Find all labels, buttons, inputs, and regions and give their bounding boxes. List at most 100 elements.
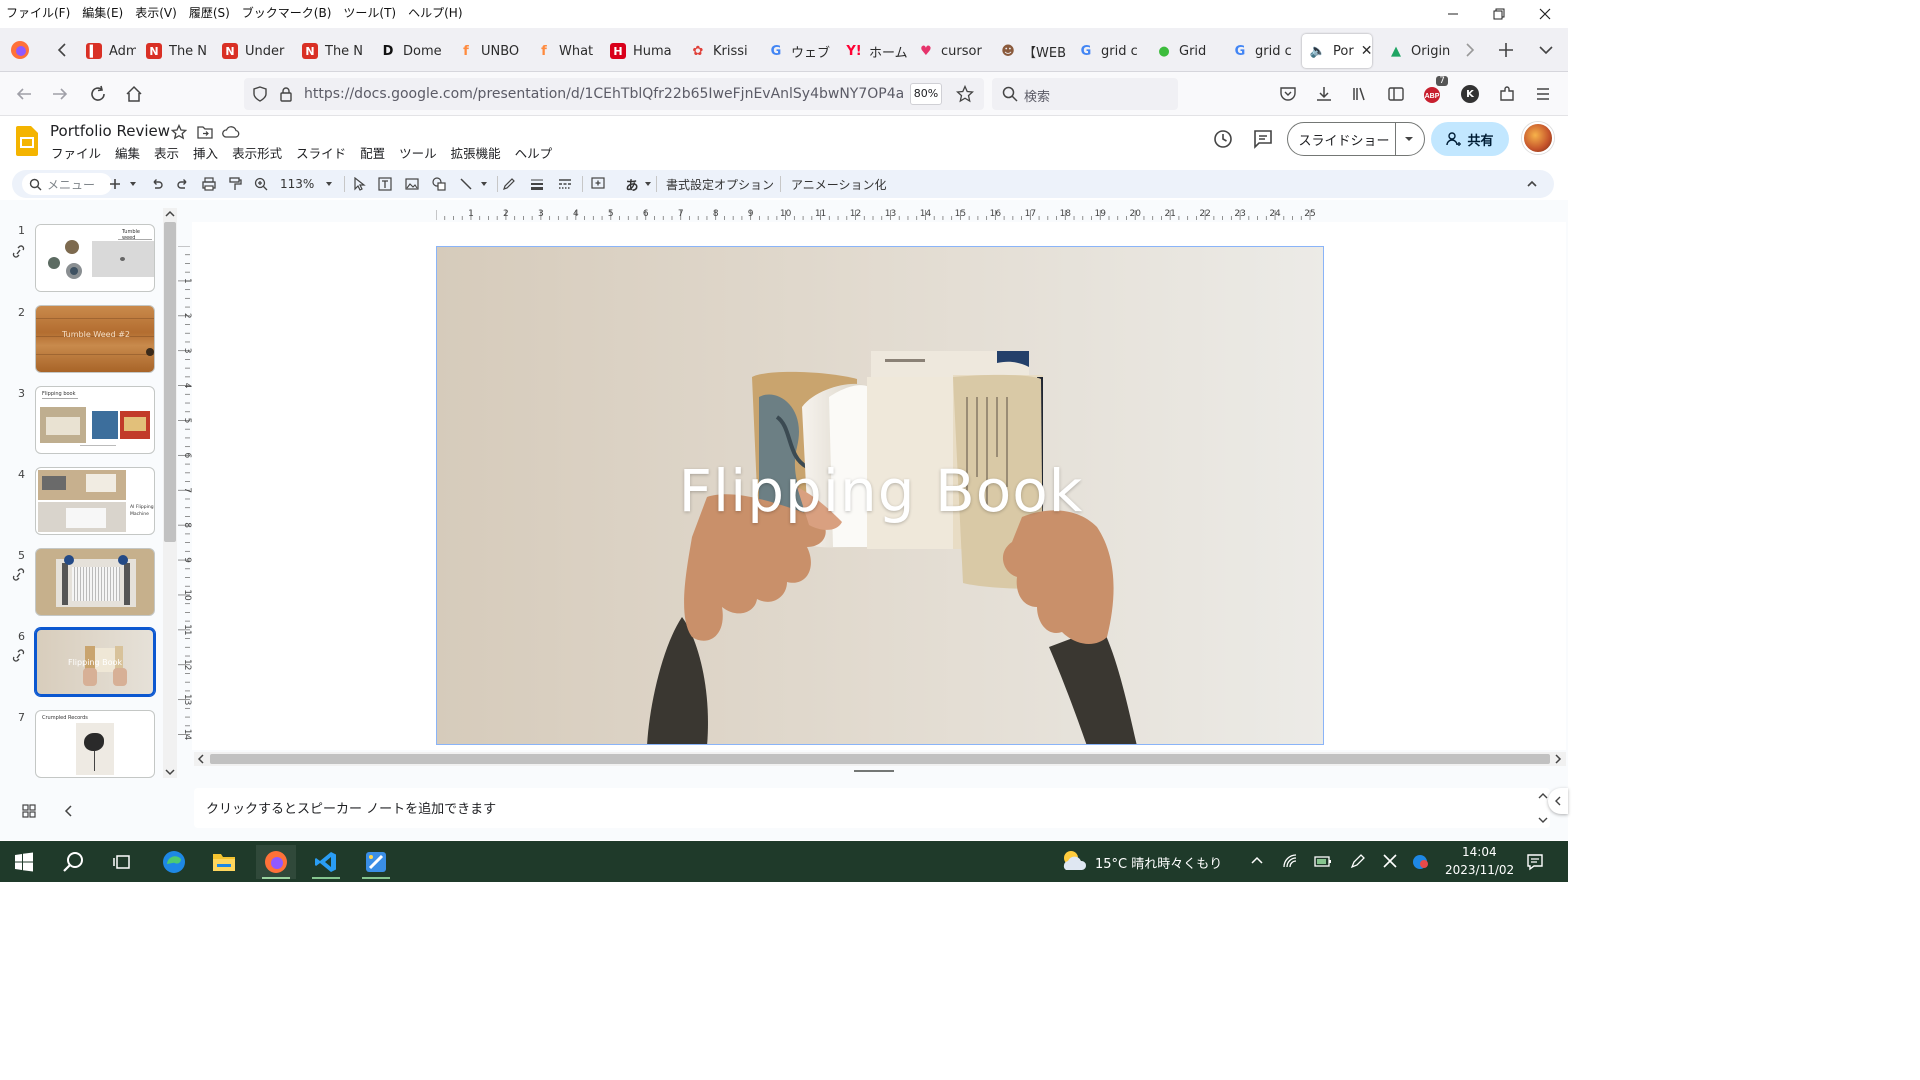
home-button[interactable] <box>120 80 148 108</box>
new-tab-button[interactable] <box>1496 40 1516 60</box>
side-panel-toggle[interactable] <box>1548 788 1568 814</box>
browser-tab[interactable]: N The N <box>294 34 370 68</box>
slides-logo-icon[interactable] <box>16 126 38 156</box>
back-button[interactable] <box>10 80 38 108</box>
browser-tab[interactable]: ☻ 【WEB <box>992 34 1068 68</box>
browser-tab[interactable]: H Huma <box>602 34 680 68</box>
insert-image-tool[interactable] <box>404 176 420 192</box>
paint-taskbar-button[interactable] <box>356 845 396 879</box>
search-taskbar-button[interactable] <box>54 845 94 879</box>
version-history-button[interactable] <box>1212 128 1234 150</box>
sidebar-button[interactable] <box>1382 80 1410 108</box>
url-text[interactable]: https://docs.google.com/presentation/d/1… <box>304 86 904 102</box>
menu-view[interactable]: 表示(V) <box>129 4 183 21</box>
notes-resize-handle[interactable] <box>854 770 894 772</box>
star-icon[interactable] <box>171 124 187 140</box>
menu-tools[interactable]: ツール(T) <box>337 4 402 21</box>
menu-bookmarks[interactable]: ブックマーク(B) <box>236 4 338 21</box>
browser-tab[interactable]: ♥ cursor <box>910 34 990 68</box>
browser-tab[interactable]: D Dome <box>372 34 448 68</box>
slide-thumbnail-1[interactable]: Tumble weed <box>35 224 155 292</box>
browser-tab[interactable]: Y! ホーム <box>838 34 908 68</box>
battery-icon[interactable] <box>1314 853 1332 869</box>
line-tool[interactable] <box>458 176 474 192</box>
browser-tab[interactable]: Ggrid c <box>1070 34 1146 68</box>
list-all-tabs-button[interactable] <box>1536 40 1556 60</box>
docs-menu-slide[interactable]: スライド <box>289 143 353 162</box>
slideshow-button[interactable]: スライドショー <box>1287 122 1425 156</box>
downloads-button[interactable] <box>1310 80 1338 108</box>
docs-menu-file[interactable]: ファイル <box>44 143 108 162</box>
x-close-tray-icon[interactable] <box>1382 853 1398 869</box>
grid-view-button[interactable] <box>22 804 36 818</box>
browser-tab[interactable]: ✿ Krissi <box>682 34 758 68</box>
bookmark-star-icon[interactable] <box>956 85 974 103</box>
profile-extension-button[interactable]: K <box>1456 80 1484 108</box>
paint-format-button[interactable] <box>227 176 243 192</box>
docs-menu-help[interactable]: ヘルプ <box>508 143 560 162</box>
lock-icon[interactable] <box>278 86 294 102</box>
restore-button[interactable] <box>1476 0 1522 28</box>
docs-menu-insert[interactable]: 挿入 <box>186 143 225 162</box>
browser-tab[interactable]: f UNBO <box>450 34 524 68</box>
browser-tab[interactable]: f What <box>528 34 598 68</box>
clock-date[interactable]: 2023/11/02 <box>1445 863 1514 877</box>
task-view-button[interactable] <box>102 845 142 879</box>
weather-text[interactable]: 15°C 晴れ時々くもり <box>1095 853 1222 872</box>
notes-scroll-up-icon[interactable] <box>1538 792 1548 800</box>
document-title[interactable]: Portfolio Review <box>50 122 170 140</box>
print-button[interactable] <box>201 176 217 192</box>
forward-button[interactable] <box>46 80 74 108</box>
reload-button[interactable] <box>84 80 112 108</box>
border-weight-button[interactable] <box>529 176 545 192</box>
slideshow-dropdown-icon[interactable] <box>1403 134 1415 144</box>
browser-tab[interactable]: 🔈 Por ✕ <box>1302 34 1372 68</box>
weather-icon[interactable] <box>1060 848 1088 874</box>
border-color-button[interactable] <box>501 176 517 192</box>
add-comment-button[interactable] <box>590 176 606 192</box>
browser-tab[interactable]: G ウェブ <box>760 34 836 68</box>
collapse-toolbar-button[interactable] <box>1524 176 1540 192</box>
collapse-filmstrip-button[interactable] <box>62 804 76 818</box>
account-avatar[interactable] <box>1522 122 1554 154</box>
slide-thumbnail-3[interactable]: Flipping book <box>35 386 155 454</box>
url-bar[interactable]: https://docs.google.com/presentation/d/1… <box>244 78 984 110</box>
menu-help[interactable]: ヘルプ(H) <box>402 4 468 21</box>
undo-button[interactable] <box>149 176 165 192</box>
speaker-notes-field[interactable]: クリックするとスピーカー ノートを追加できます <box>194 788 1550 828</box>
minimize-button[interactable] <box>1430 0 1476 28</box>
docs-menu-edit[interactable]: 編集 <box>108 143 147 162</box>
tab-scroll-left-button[interactable] <box>52 40 72 60</box>
zoom-dropdown[interactable] <box>321 176 337 192</box>
tracking-protection-icon[interactable] <box>252 86 268 102</box>
explorer-taskbar-button[interactable] <box>204 845 244 879</box>
menu-search-box[interactable]: メニュー <box>22 173 112 195</box>
app-menu-button[interactable] <box>1529 80 1557 108</box>
new-slide-button[interactable] <box>107 176 123 192</box>
slide-thumbnail-6[interactable]: Flipping Book <box>35 628 155 696</box>
network-icon[interactable] <box>1282 853 1298 869</box>
move-folder-icon[interactable] <box>197 124 213 140</box>
slide-thumbnail-4[interactable]: AI Flipping Machine <box>35 467 155 535</box>
animate-button[interactable]: アニメーション化 <box>791 176 887 193</box>
slide-title[interactable]: Flipping Book <box>437 457 1323 525</box>
browser-tab[interactable]: Ggrid c <box>1224 34 1300 68</box>
slide-thumbnail-2[interactable]: Tumble Weed #2 <box>35 305 155 373</box>
adblock-extension-button[interactable]: ABP 7 <box>1418 76 1448 108</box>
select-tool[interactable] <box>351 176 367 192</box>
input-tools-dropdown[interactable] <box>640 176 656 192</box>
extensions-button[interactable] <box>1493 80 1521 108</box>
docs-menu-extensions[interactable]: 拡張機能 <box>444 143 508 162</box>
slide-thumbnail-5[interactable] <box>35 548 155 616</box>
close-window-button[interactable] <box>1522 0 1568 28</box>
zoom-indicator[interactable]: 80% <box>910 83 942 105</box>
onedrive-icon[interactable] <box>1410 852 1430 870</box>
firefox-taskbar-button[interactable] <box>256 845 296 879</box>
border-dash-button[interactable] <box>557 176 573 192</box>
show-hidden-icons-button[interactable] <box>1250 853 1264 867</box>
zoom-button[interactable] <box>253 176 269 192</box>
comments-button[interactable] <box>1252 128 1274 150</box>
tab-scroll-right-button[interactable] <box>1460 40 1480 60</box>
search-box[interactable]: 検索 <box>992 78 1178 110</box>
notes-scroll-down-icon[interactable] <box>1538 816 1548 824</box>
